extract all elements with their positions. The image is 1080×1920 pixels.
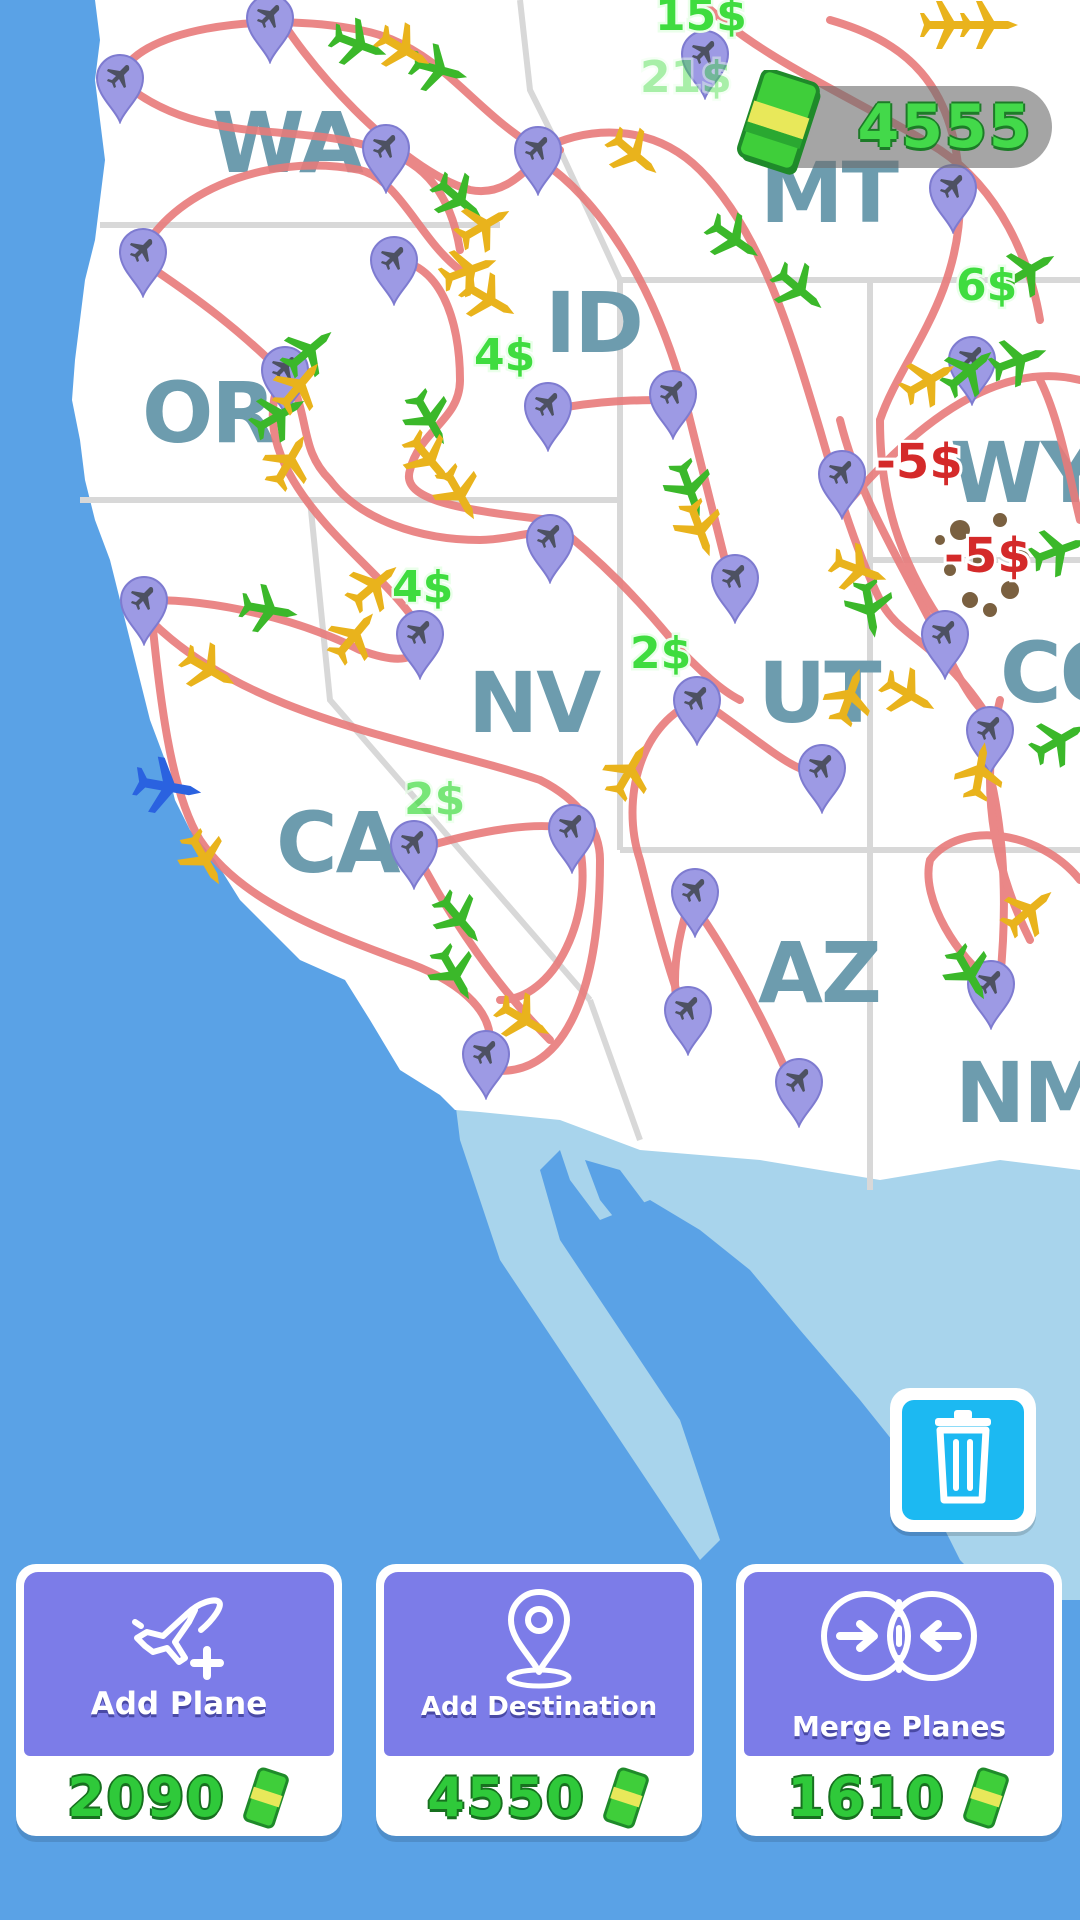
merge-planes-price: 1610 (787, 1766, 946, 1829)
income-popup: 2$ (630, 628, 691, 679)
state-label-nm: NM (955, 1044, 1080, 1142)
add-destination-price: 4550 (427, 1766, 586, 1829)
income-popup: 6$ (956, 260, 1017, 311)
merge-planes-label: Merge Planes (791, 1710, 1007, 1743)
add-plane-price-row: 2090 (16, 1762, 342, 1834)
state-label-nv: NV (468, 654, 601, 752)
trash-button[interactable] (890, 1388, 1036, 1532)
cash-stack-icon (737, 70, 821, 175)
merge-planes-button[interactable]: Merge Planes 1610 (736, 1564, 1062, 1836)
add-plane-price: 2090 (67, 1766, 226, 1829)
state-label-az: AZ (758, 924, 880, 1022)
money-amount: 4555 (857, 92, 1033, 162)
income-popup: 21$ (640, 52, 732, 103)
state-label-id: ID (545, 274, 642, 372)
plane-plus-icon (132, 1597, 224, 1680)
state-label-or: OR (142, 364, 274, 462)
merge-icon (821, 1591, 977, 1681)
cash-icon (602, 1767, 649, 1829)
trash-icon (935, 1410, 991, 1504)
cash-icon (962, 1767, 1009, 1829)
income-popup: 15$ (655, 0, 747, 41)
add-destination-button[interactable]: Add Destination 4550 (376, 1564, 702, 1836)
add-destination-price-row: 4550 (376, 1762, 702, 1834)
state-label-ca: CA (276, 794, 401, 892)
cash-icon (242, 1767, 289, 1829)
income-popup: 4$ (474, 330, 535, 381)
income-popup: 4$ (392, 562, 453, 613)
merge-planes-price-row: 1610 (736, 1762, 1062, 1834)
location-pin-icon (506, 1589, 572, 1689)
state-label-co: CO (1000, 624, 1080, 722)
add-destination-label: Add Destination (420, 1692, 658, 1722)
expense-popup: -5$ (944, 528, 1031, 584)
add-plane-button[interactable]: Add Plane 2090 (16, 1564, 342, 1836)
income-popup: 2$ (404, 774, 465, 825)
add-plane-label: Add Plane (90, 1686, 268, 1722)
expense-popup: -5$ (876, 434, 963, 490)
state-label-ut: UT (758, 644, 881, 742)
